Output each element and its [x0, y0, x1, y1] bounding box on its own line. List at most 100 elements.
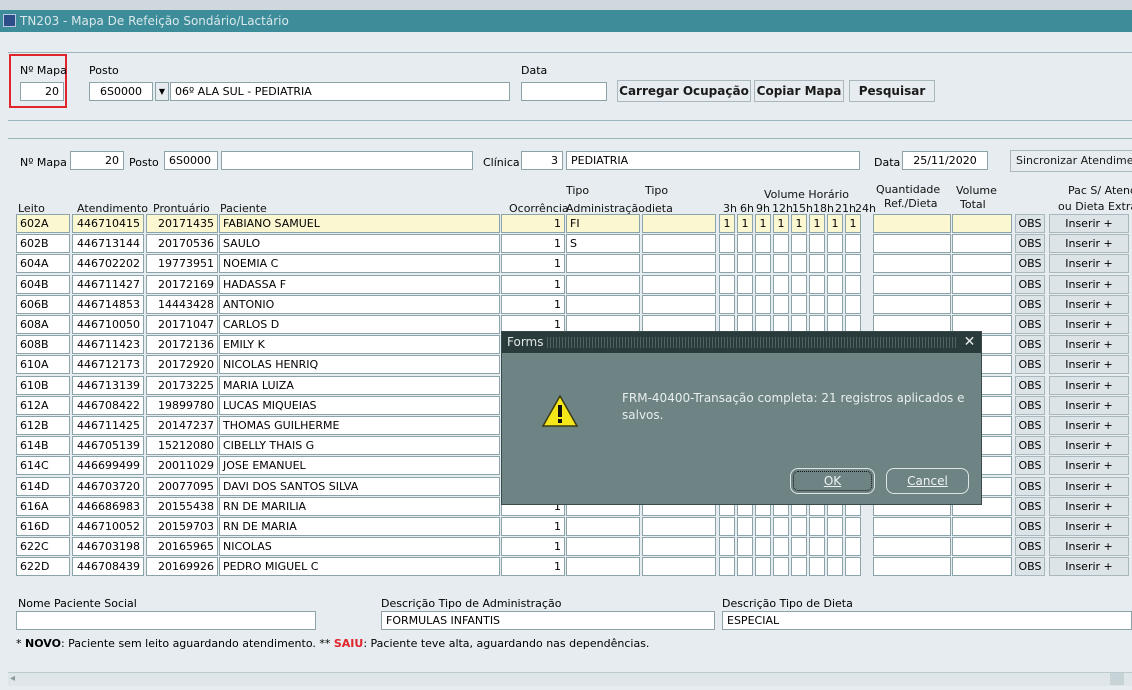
cell-prontuario[interactable]: 20173225	[146, 375, 218, 395]
cell-hour[interactable]	[791, 234, 807, 254]
cell-hour[interactable]	[845, 537, 861, 557]
cell-hour[interactable]	[845, 274, 861, 294]
search-posto-desc[interactable]: 06º ALA SUL - PEDIATRIA	[170, 82, 510, 101]
obs-button[interactable]: OBS	[1015, 517, 1045, 536]
cell-hour[interactable]: 1	[791, 214, 807, 233]
inserir-button[interactable]: Inserir +	[1049, 375, 1129, 395]
cell-hour[interactable]	[827, 274, 843, 294]
cell-paciente[interactable]: EMILY K	[219, 335, 500, 355]
cell-quantidade[interactable]	[873, 214, 951, 233]
cell-quantidade[interactable]	[873, 294, 951, 314]
inserir-button[interactable]: Inserir +	[1049, 436, 1129, 456]
cell-paciente[interactable]: THOMAS GUILHERME	[219, 416, 500, 435]
cell-paciente[interactable]: CARLOS D	[219, 315, 500, 334]
inserir-button[interactable]: Inserir +	[1049, 517, 1129, 536]
table-row[interactable]: 602A 446710415 20171435 1 FI FABIANO SAMUEL 1 1…	[16, 214, 1132, 233]
cell-prontuario[interactable]: 20159703	[146, 517, 218, 536]
cell-prontuario[interactable]: 20011029	[146, 456, 218, 476]
cell-prontuario[interactable]: 20165965	[146, 537, 218, 557]
cell-leito[interactable]: 610B	[16, 375, 70, 395]
cell-hour[interactable]	[719, 557, 735, 577]
obs-button[interactable]: OBS	[1015, 214, 1045, 233]
cell-tipo-adm[interactable]	[566, 557, 640, 577]
cell-atendimento[interactable]: 446713139	[72, 375, 144, 395]
cell-hour[interactable]	[845, 234, 861, 254]
table-row[interactable]: 622D 446708439 20169926 1 PEDRO MIGUEL C OBS I…	[16, 557, 1132, 577]
cell-hour[interactable]	[755, 294, 771, 314]
cell-prontuario[interactable]: 14443428	[146, 294, 218, 314]
cell-hour[interactable]	[755, 537, 771, 557]
cell-paciente[interactable]: NICOLAS	[219, 537, 500, 557]
cell-tipo-dieta[interactable]	[642, 254, 716, 274]
cell-ocorrencia[interactable]: 1	[501, 214, 565, 233]
cell-hour[interactable]	[827, 537, 843, 557]
cell-hour[interactable]	[755, 274, 771, 294]
cell-hour[interactable]	[773, 274, 789, 294]
cell-hour[interactable]	[791, 537, 807, 557]
cell-hour[interactable]	[827, 234, 843, 254]
cell-ocorrencia[interactable]: 1	[501, 557, 565, 577]
cell-tipo-adm[interactable]	[566, 254, 640, 274]
cell-ocorrencia[interactable]: 1	[501, 234, 565, 254]
inserir-button[interactable]: Inserir +	[1049, 335, 1129, 355]
search-posto-code[interactable]: 6S0000	[89, 82, 153, 101]
search-data-input[interactable]	[521, 82, 607, 101]
pesquisar-button[interactable]: Pesquisar	[849, 80, 935, 102]
cell-tipo-adm[interactable]	[566, 537, 640, 557]
cell-hour[interactable]	[719, 274, 735, 294]
cell-paciente[interactable]: DAVI DOS SANTOS SILVA	[219, 476, 500, 496]
cell-prontuario[interactable]: 20171047	[146, 315, 218, 334]
cell-hour[interactable]	[737, 294, 753, 314]
cell-tipo-adm[interactable]	[566, 294, 640, 314]
cell-leito[interactable]: 622D	[16, 557, 70, 577]
inserir-button[interactable]: Inserir +	[1049, 496, 1129, 516]
cell-leito[interactable]: 608B	[16, 335, 70, 355]
cell-hour[interactable]	[791, 557, 807, 577]
cell-leito[interactable]: 608A	[16, 315, 70, 334]
desc-adm-field[interactable]: FORMULAS INFANTIS	[381, 611, 715, 630]
obs-button[interactable]: OBS	[1015, 456, 1045, 476]
cell-hour[interactable]	[719, 537, 735, 557]
cell-hour[interactable]	[827, 294, 843, 314]
cell-atendimento[interactable]: 446714853	[72, 294, 144, 314]
cell-atendimento[interactable]: 446708439	[72, 557, 144, 577]
cell-tipo-dieta[interactable]	[642, 274, 716, 294]
cell-atendimento[interactable]: 446710052	[72, 517, 144, 536]
cell-hour[interactable]	[791, 254, 807, 274]
cell-hour[interactable]	[809, 537, 825, 557]
cell-prontuario[interactable]: 20155438	[146, 496, 218, 516]
cell-hour[interactable]	[809, 274, 825, 294]
cell-volume-total[interactable]	[952, 234, 1012, 254]
cell-paciente[interactable]: FABIANO SAMUEL	[219, 214, 500, 233]
cell-quantidade[interactable]	[873, 254, 951, 274]
table-row[interactable]: 604A 446702202 19773951 1 NOEMIA C OBS Inserir…	[16, 254, 1132, 274]
horizontal-scrollbar[interactable]: ◂	[8, 672, 1132, 686]
table-row[interactable]: 616D 446710052 20159703 1 RN DE MARIA OBS Inse…	[16, 517, 1132, 536]
inserir-button[interactable]: Inserir +	[1049, 355, 1129, 375]
cell-tipo-adm[interactable]	[566, 274, 640, 294]
inserir-button[interactable]: Inserir +	[1049, 537, 1129, 557]
cell-tipo-dieta[interactable]	[642, 517, 716, 536]
cell-atendimento[interactable]: 446711423	[72, 335, 144, 355]
obs-button[interactable]: OBS	[1015, 557, 1045, 577]
cell-prontuario[interactable]: 20169926	[146, 557, 218, 577]
cell-hour[interactable]: 1	[845, 214, 861, 233]
cell-tipo-adm[interactable]: FI	[566, 214, 640, 233]
cell-hour[interactable]	[791, 517, 807, 536]
cell-paciente[interactable]: ANTONIO	[219, 294, 500, 314]
cell-hour[interactable]	[809, 234, 825, 254]
inserir-button[interactable]: Inserir +	[1049, 254, 1129, 274]
cell-hour[interactable]: 1	[755, 214, 771, 233]
desc-dieta-field[interactable]: ESPECIAL	[722, 611, 1132, 630]
search-mapa-input[interactable]: 20	[20, 82, 64, 101]
cell-hour[interactable]	[827, 254, 843, 274]
cell-atendimento[interactable]: 446703720	[72, 476, 144, 496]
cell-hour[interactable]	[737, 557, 753, 577]
cell-tipo-dieta[interactable]	[642, 537, 716, 557]
cell-hour[interactable]	[755, 234, 771, 254]
cell-hour[interactable]	[719, 234, 735, 254]
carregar-ocupacao-button[interactable]: Carregar Ocupação	[617, 80, 751, 102]
cell-paciente[interactable]: JOSE EMANUEL	[219, 456, 500, 476]
cell-volume-total[interactable]	[952, 274, 1012, 294]
ok-button[interactable]: OK	[790, 468, 875, 494]
